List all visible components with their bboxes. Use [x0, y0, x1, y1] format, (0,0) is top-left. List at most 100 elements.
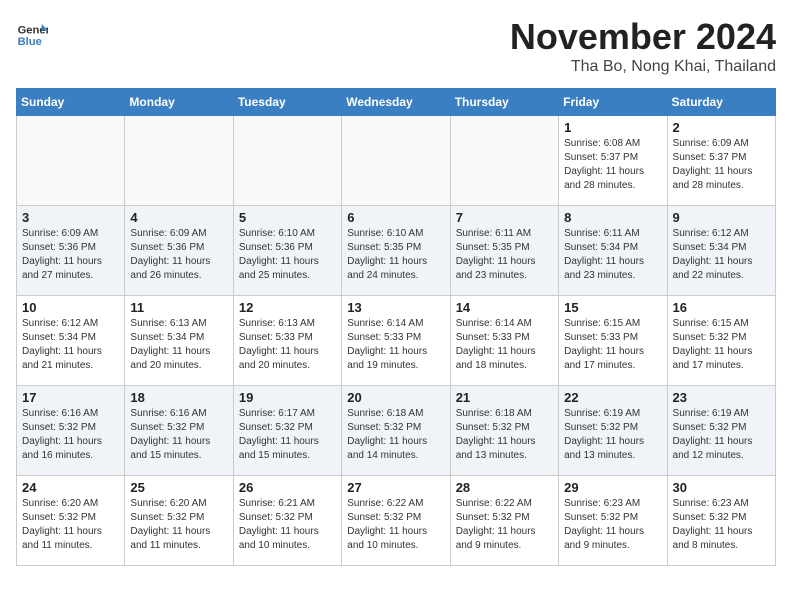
title-area: November 2024 Tha Bo, Nong Khai, Thailan…: [510, 16, 776, 76]
weekday-saturday: Saturday: [667, 89, 775, 116]
weekday-friday: Friday: [559, 89, 667, 116]
day-info: Sunrise: 6:22 AM Sunset: 5:32 PM Dayligh…: [456, 497, 553, 553]
weekday-monday: Monday: [125, 89, 233, 116]
calendar-cell: 5 Sunrise: 6:10 AM Sunset: 5:36 PM Daylig…: [233, 206, 341, 296]
day-number: 30: [673, 480, 770, 495]
day-number: 7: [456, 210, 553, 225]
month-title: November 2024: [510, 16, 776, 58]
day-number: 5: [239, 210, 336, 225]
day-number: 19: [239, 390, 336, 405]
day-number: 11: [130, 300, 227, 315]
day-number: 29: [564, 480, 661, 495]
day-info: Sunrise: 6:12 AM Sunset: 5:34 PM Dayligh…: [673, 227, 770, 283]
calendar-cell: 1 Sunrise: 6:08 AM Sunset: 5:37 PM Daylig…: [559, 116, 667, 206]
calendar-cell: 6Sunrise: 6:10 AM Sunset: 5:35 PM Daylig…: [342, 206, 450, 296]
weekday-thursday: Thursday: [450, 89, 558, 116]
day-info: Sunrise: 6:13 AM Sunset: 5:34 PM Dayligh…: [130, 317, 227, 373]
calendar-cell: 29 Sunrise: 6:23 AM Sunset: 5:32 PM Dayli…: [559, 476, 667, 566]
logo-icon: General Blue: [16, 16, 48, 48]
page-header: General Blue November 2024 Tha Bo, Nong …: [16, 16, 776, 76]
calendar-cell: 10 Sunrise: 6:12 AM Sunset: 5:34 PM Dayli…: [17, 296, 125, 386]
location-subtitle: Tha Bo, Nong Khai, Thailand: [510, 58, 776, 76]
day-info: Sunrise: 6:18 AM Sunset: 5:32 PM Dayligh…: [347, 407, 444, 463]
week-row-1: 1 Sunrise: 6:08 AM Sunset: 5:37 PM Daylig…: [17, 116, 776, 206]
day-info: Sunrise: 6:09 AM Sunset: 5:36 PM Dayligh…: [130, 227, 227, 283]
day-info: Sunrise: 6:23 AM Sunset: 5:32 PM Dayligh…: [564, 497, 661, 553]
calendar-cell: 22 Sunrise: 6:19 AM Sunset: 5:32 PM Dayli…: [559, 386, 667, 476]
day-info: Sunrise: 6:11 AM Sunset: 5:35 PM Dayligh…: [456, 227, 553, 283]
day-number: 12: [239, 300, 336, 315]
day-number: 16: [673, 300, 770, 315]
day-info: Sunrise: 6:09 AM Sunset: 5:36 PM Dayligh…: [22, 227, 119, 283]
day-number: 14: [456, 300, 553, 315]
calendar-cell: 9 Sunrise: 6:12 AM Sunset: 5:34 PM Daylig…: [667, 206, 775, 296]
calendar-cell: 15 Sunrise: 6:15 AM Sunset: 5:33 PM Dayli…: [559, 296, 667, 386]
day-number: 28: [456, 480, 553, 495]
week-row-3: 10 Sunrise: 6:12 AM Sunset: 5:34 PM Dayli…: [17, 296, 776, 386]
day-number: 4: [130, 210, 227, 225]
day-info: Sunrise: 6:14 AM Sunset: 5:33 PM Dayligh…: [347, 317, 444, 373]
calendar-cell: 30 Sunrise: 6:23 AM Sunset: 5:32 PM Dayli…: [667, 476, 775, 566]
weekday-sunday: Sunday: [17, 89, 125, 116]
day-number: 25: [130, 480, 227, 495]
weekday-header-row: SundayMondayTuesdayWednesdayThursdayFrid…: [17, 89, 776, 116]
calendar-cell: 23Sunrise: 6:19 AM Sunset: 5:32 PM Dayli…: [667, 386, 775, 476]
calendar-cell: [233, 116, 341, 206]
day-info: Sunrise: 6:14 AM Sunset: 5:33 PM Dayligh…: [456, 317, 553, 373]
day-info: Sunrise: 6:16 AM Sunset: 5:32 PM Dayligh…: [130, 407, 227, 463]
svg-text:Blue: Blue: [18, 36, 42, 48]
day-number: 15: [564, 300, 661, 315]
calendar-cell: 25 Sunrise: 6:20 AM Sunset: 5:32 PM Dayli…: [125, 476, 233, 566]
day-info: Sunrise: 6:10 AM Sunset: 5:35 PM Dayligh…: [347, 227, 444, 283]
calendar-cell: 2 Sunrise: 6:09 AM Sunset: 5:37 PM Daylig…: [667, 116, 775, 206]
calendar-cell: [450, 116, 558, 206]
calendar-cell: 20Sunrise: 6:18 AM Sunset: 5:32 PM Dayli…: [342, 386, 450, 476]
day-info: Sunrise: 6:09 AM Sunset: 5:37 PM Dayligh…: [673, 137, 770, 193]
day-number: 2: [673, 120, 770, 135]
day-info: Sunrise: 6:12 AM Sunset: 5:34 PM Dayligh…: [22, 317, 119, 373]
day-number: 27: [347, 480, 444, 495]
day-number: 1: [564, 120, 661, 135]
week-row-4: 17Sunrise: 6:16 AM Sunset: 5:32 PM Dayli…: [17, 386, 776, 476]
calendar-cell: 4 Sunrise: 6:09 AM Sunset: 5:36 PM Daylig…: [125, 206, 233, 296]
day-info: Sunrise: 6:16 AM Sunset: 5:32 PM Dayligh…: [22, 407, 119, 463]
day-info: Sunrise: 6:18 AM Sunset: 5:32 PM Dayligh…: [456, 407, 553, 463]
calendar-cell: 12 Sunrise: 6:13 AM Sunset: 5:33 PM Dayli…: [233, 296, 341, 386]
calendar-cell: [17, 116, 125, 206]
day-info: Sunrise: 6:20 AM Sunset: 5:32 PM Dayligh…: [22, 497, 119, 553]
calendar-cell: 19 Sunrise: 6:17 AM Sunset: 5:32 PM Dayli…: [233, 386, 341, 476]
day-number: 9: [673, 210, 770, 225]
day-info: Sunrise: 6:13 AM Sunset: 5:33 PM Dayligh…: [239, 317, 336, 373]
day-info: Sunrise: 6:20 AM Sunset: 5:32 PM Dayligh…: [130, 497, 227, 553]
day-info: Sunrise: 6:19 AM Sunset: 5:32 PM Dayligh…: [564, 407, 661, 463]
day-info: Sunrise: 6:17 AM Sunset: 5:32 PM Dayligh…: [239, 407, 336, 463]
day-number: 23: [673, 390, 770, 405]
day-info: Sunrise: 6:21 AM Sunset: 5:32 PM Dayligh…: [239, 497, 336, 553]
day-number: 26: [239, 480, 336, 495]
day-number: 24: [22, 480, 119, 495]
day-info: Sunrise: 6:10 AM Sunset: 5:36 PM Dayligh…: [239, 227, 336, 283]
calendar-cell: 11 Sunrise: 6:13 AM Sunset: 5:34 PM Dayli…: [125, 296, 233, 386]
day-info: Sunrise: 6:23 AM Sunset: 5:32 PM Dayligh…: [673, 497, 770, 553]
calendar-cell: [342, 116, 450, 206]
calendar-cell: 26 Sunrise: 6:21 AM Sunset: 5:32 PM Dayli…: [233, 476, 341, 566]
week-row-5: 24 Sunrise: 6:20 AM Sunset: 5:32 PM Dayli…: [17, 476, 776, 566]
calendar-cell: 3Sunrise: 6:09 AM Sunset: 5:36 PM Daylig…: [17, 206, 125, 296]
day-number: 22: [564, 390, 661, 405]
calendar-cell: 16Sunrise: 6:15 AM Sunset: 5:32 PM Dayli…: [667, 296, 775, 386]
day-info: Sunrise: 6:11 AM Sunset: 5:34 PM Dayligh…: [564, 227, 661, 283]
calendar-cell: 24 Sunrise: 6:20 AM Sunset: 5:32 PM Dayli…: [17, 476, 125, 566]
day-info: Sunrise: 6:08 AM Sunset: 5:37 PM Dayligh…: [564, 137, 661, 193]
day-number: 10: [22, 300, 119, 315]
day-number: 21: [456, 390, 553, 405]
calendar-cell: 17Sunrise: 6:16 AM Sunset: 5:32 PM Dayli…: [17, 386, 125, 476]
calendar-cell: 7 Sunrise: 6:11 AM Sunset: 5:35 PM Daylig…: [450, 206, 558, 296]
calendar-cell: 13 Sunrise: 6:14 AM Sunset: 5:33 PM Dayli…: [342, 296, 450, 386]
day-number: 8: [564, 210, 661, 225]
day-number: 18: [130, 390, 227, 405]
day-number: 13: [347, 300, 444, 315]
calendar-cell: 18 Sunrise: 6:16 AM Sunset: 5:32 PM Dayli…: [125, 386, 233, 476]
day-info: Sunrise: 6:15 AM Sunset: 5:33 PM Dayligh…: [564, 317, 661, 373]
calendar-cell: 8 Sunrise: 6:11 AM Sunset: 5:34 PM Daylig…: [559, 206, 667, 296]
calendar-table: SundayMondayTuesdayWednesdayThursdayFrid…: [16, 88, 776, 566]
